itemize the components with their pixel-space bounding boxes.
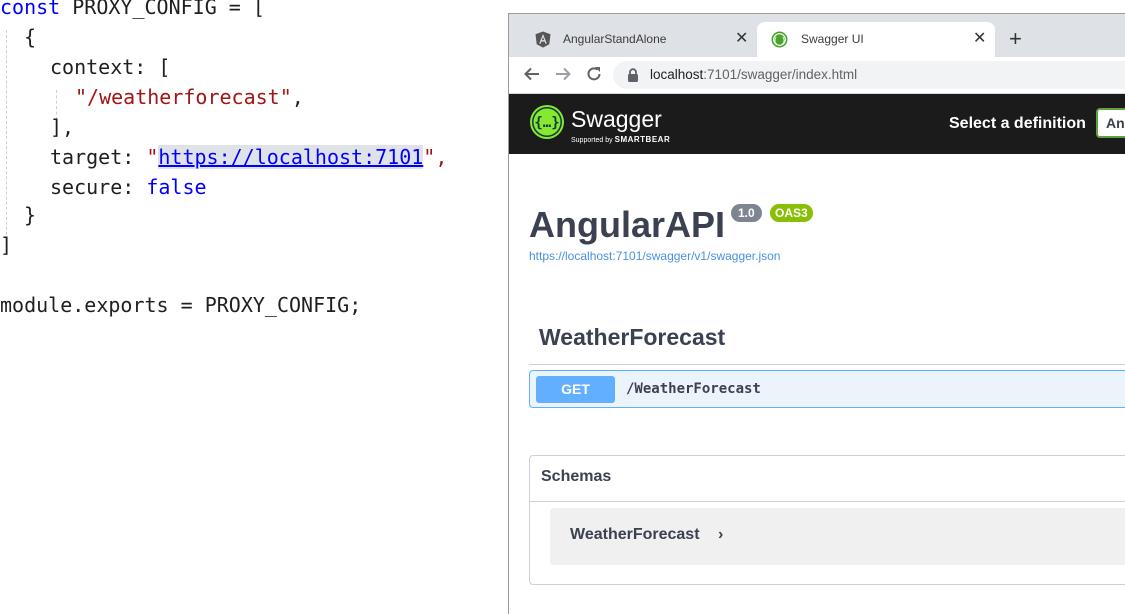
definition-select[interactable]: An [1096,108,1125,138]
code-line-4: "/weatherforecast", [75,82,304,112]
address-bar: localhost:7101/swagger/index.html [509,57,1125,94]
divider [529,364,1125,365]
supported-by-text: Supported by [571,137,613,144]
tab-title: AngularStandAlone [563,32,667,46]
method-badge-get[interactable]: GET [536,376,615,403]
back-icon[interactable] [523,65,541,88]
keyword-false: false [146,175,207,199]
swagger-logo-icon[interactable]: {…} [529,104,565,145]
string-quote: " [146,145,159,169]
schemas-title[interactable]: Schemas [541,468,611,486]
swagger-brand: Swagger [571,106,662,132]
code-editor[interactable]: const PROXY_CONFIG = [ { context: [ "/we… [0,0,508,604]
svg-text:{ }: { } [773,37,786,45]
browser-window: AngularStandAlone ✕ { } Swagger UI ✕ + l… [508,13,1125,614]
version-badge: 1.0 [731,204,762,222]
forward-icon[interactable] [554,65,572,88]
api-title: AngularAPI [529,204,726,245]
chevron-right-icon[interactable]: › [718,526,723,544]
code-url-link[interactable]: https://localhost:7101 [158,145,424,169]
code-line-2: { [24,25,37,49]
indent-guide [6,30,7,240]
operation-path[interactable]: /WeatherForecast [626,381,761,397]
new-tab-button[interactable]: + [1009,26,1022,52]
tab-close-icon[interactable]: ✕ [735,28,748,48]
property-key: target: [50,145,147,169]
code-line-9: ] [0,233,13,257]
url-text: localhost:7101/swagger/index.html [650,67,857,82]
code-line-11: module.exports = PROXY_CONFIG; [0,293,362,317]
code-line-1: const PROXY_CONFIG = [ [0,0,265,22]
string-literal: "/weatherforecast" [75,85,292,109]
model-name: WeatherForecast [570,526,700,543]
spec-link[interactable]: https://localhost:7101/swagger/v1/swagge… [529,249,780,263]
oas-badge: OAS3 [770,204,813,222]
schema-model-weatherforecast[interactable]: WeatherForecast › [550,508,1125,565]
svg-text:{…}: {…} [534,115,559,131]
code-line-6: target: "https://localhost:7101", [50,142,447,172]
code-line-3: context: [ [50,55,171,79]
tab-strip: AngularStandAlone ✕ { } Swagger UI ✕ + [509,14,1125,57]
code-text: , [291,85,304,109]
select-definition-label: Select a definition [949,115,1086,132]
lock-icon[interactable] [627,68,639,87]
tab-close-icon[interactable]: ✕ [973,28,986,48]
smartbear-text: SMARTBEAR [614,135,671,144]
divider [530,501,1125,502]
tab-title: Swagger UI [801,32,864,46]
property-key: secure: [50,175,147,199]
code-line-7: secure: false [50,172,207,202]
swagger-favicon: { } [771,31,788,51]
schemas-section: Schemas WeatherForecast › [529,455,1125,585]
keyword-const: const [0,0,61,19]
tab-swagger-ui[interactable]: { } Swagger UI ✕ [757,22,995,57]
url-host: localhost [650,67,704,82]
url-path: :7101/swagger/index.html [703,67,858,82]
operation-get-weatherforecast[interactable]: GET /WeatherForecast [529,370,1125,408]
reload-icon[interactable] [585,65,603,88]
angular-icon [535,31,551,51]
tag-title-weatherforecast[interactable]: WeatherForecast [539,324,725,351]
definition-select-value: An [1106,115,1125,131]
string-quote: ", [423,145,448,169]
swagger-supported-by: Supported by SMARTBEAR [571,135,670,144]
code-text: PROXY_CONFIG = [ [60,0,265,19]
tab-angular-standalone[interactable]: AngularStandAlone ✕ [519,22,757,57]
swagger-topbar: {…} Swagger Supported by SMARTBEAR Selec… [509,94,1125,154]
code-line-8: } [24,203,37,227]
url-omnibox[interactable]: localhost:7101/swagger/index.html [613,61,1125,89]
code-line-5: ], [50,115,75,139]
